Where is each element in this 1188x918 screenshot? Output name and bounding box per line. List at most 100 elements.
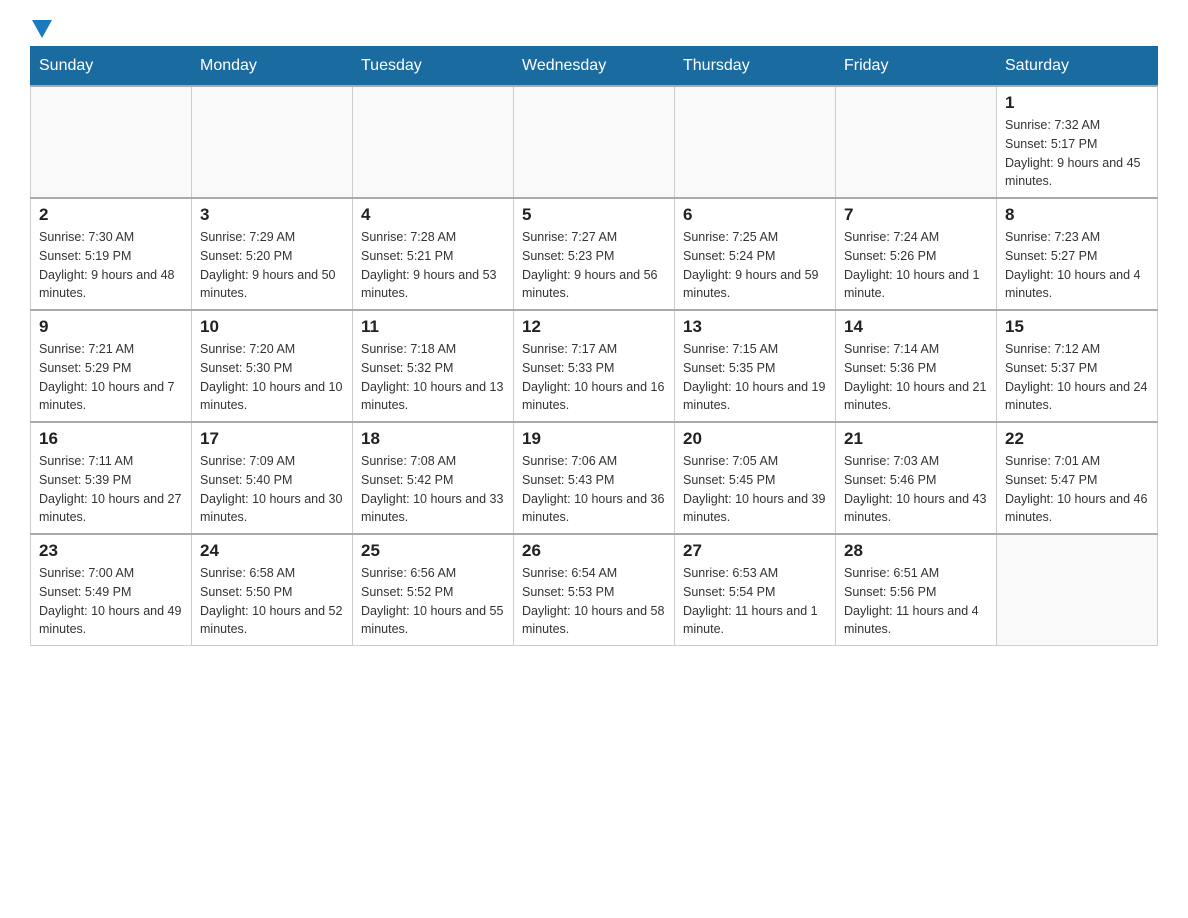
day-info: Sunrise: 7:01 AMSunset: 5:47 PMDaylight:…	[1005, 452, 1149, 527]
day-cell	[675, 86, 836, 198]
day-info: Sunrise: 7:28 AMSunset: 5:21 PMDaylight:…	[361, 228, 505, 303]
day-number: 9	[39, 317, 183, 337]
day-cell: 11Sunrise: 7:18 AMSunset: 5:32 PMDayligh…	[353, 310, 514, 422]
week-row-0: 1 Sunrise: 7:32 AMSunset: 5:17 PMDaylight…	[31, 86, 1158, 198]
day-info: Sunrise: 7:20 AMSunset: 5:30 PMDaylight:…	[200, 340, 344, 415]
day-cell: 7 Sunrise: 7:24 AMSunset: 5:26 PMDaylight…	[836, 198, 997, 310]
day-number: 19	[522, 429, 666, 449]
day-cell: 17Sunrise: 7:09 AMSunset: 5:40 PMDayligh…	[192, 422, 353, 534]
day-info: Sunrise: 7:30 AMSunset: 5:19 PMDaylight:…	[39, 228, 183, 303]
header	[30, 20, 1158, 36]
day-info: Sunrise: 7:11 AMSunset: 5:39 PMDaylight:…	[39, 452, 183, 527]
day-cell: 2 Sunrise: 7:30 AMSunset: 5:19 PMDaylight…	[31, 198, 192, 310]
logo-general-text	[30, 20, 52, 40]
day-info: Sunrise: 7:32 AMSunset: 5:17 PMDaylight:…	[1005, 116, 1149, 191]
day-number: 1	[1005, 93, 1149, 113]
day-cell: 5 Sunrise: 7:27 AMSunset: 5:23 PMDaylight…	[514, 198, 675, 310]
day-cell	[353, 86, 514, 198]
day-number: 23	[39, 541, 183, 561]
day-number: 10	[200, 317, 344, 337]
logo	[30, 20, 52, 36]
day-number: 15	[1005, 317, 1149, 337]
calendar-table: Sunday Monday Tuesday Wednesday Thursday…	[30, 46, 1158, 646]
day-info: Sunrise: 6:54 AMSunset: 5:53 PMDaylight:…	[522, 564, 666, 639]
day-info: Sunrise: 7:00 AMSunset: 5:49 PMDaylight:…	[39, 564, 183, 639]
col-thursday: Thursday	[675, 47, 836, 87]
day-cell: 14 Sunrise: 7:14 AMSunset: 5:36 PMDayligh…	[836, 310, 997, 422]
day-cell: 19 Sunrise: 7:06 AMSunset: 5:43 PMDayligh…	[514, 422, 675, 534]
day-info: Sunrise: 7:12 AMSunset: 5:37 PMDaylight:…	[1005, 340, 1149, 415]
day-info: Sunrise: 7:27 AMSunset: 5:23 PMDaylight:…	[522, 228, 666, 303]
day-number: 5	[522, 205, 666, 225]
day-number: 20	[683, 429, 827, 449]
day-info: Sunrise: 7:14 AMSunset: 5:36 PMDaylight:…	[844, 340, 988, 415]
day-number: 28	[844, 541, 988, 561]
week-row-4: 23 Sunrise: 7:00 AMSunset: 5:49 PMDayligh…	[31, 534, 1158, 646]
day-cell	[192, 86, 353, 198]
day-cell: 6 Sunrise: 7:25 AMSunset: 5:24 PMDaylight…	[675, 198, 836, 310]
col-wednesday: Wednesday	[514, 47, 675, 87]
week-row-2: 9 Sunrise: 7:21 AMSunset: 5:29 PMDaylight…	[31, 310, 1158, 422]
day-info: Sunrise: 7:08 AMSunset: 5:42 PMDaylight:…	[361, 452, 505, 527]
day-cell: 10 Sunrise: 7:20 AMSunset: 5:30 PMDayligh…	[192, 310, 353, 422]
day-info: Sunrise: 7:29 AMSunset: 5:20 PMDaylight:…	[200, 228, 344, 303]
day-cell	[514, 86, 675, 198]
day-number: 6	[683, 205, 827, 225]
day-cell	[997, 534, 1158, 646]
day-info: Sunrise: 7:03 AMSunset: 5:46 PMDaylight:…	[844, 452, 988, 527]
day-number: 21	[844, 429, 988, 449]
day-cell: 23 Sunrise: 7:00 AMSunset: 5:49 PMDayligh…	[31, 534, 192, 646]
day-info: Sunrise: 6:53 AMSunset: 5:54 PMDaylight:…	[683, 564, 827, 639]
day-cell: 8 Sunrise: 7:23 AMSunset: 5:27 PMDaylight…	[997, 198, 1158, 310]
day-info: Sunrise: 7:17 AMSunset: 5:33 PMDaylight:…	[522, 340, 666, 415]
day-cell: 22 Sunrise: 7:01 AMSunset: 5:47 PMDayligh…	[997, 422, 1158, 534]
day-cell	[836, 86, 997, 198]
logo-arrow-icon	[32, 20, 52, 38]
day-cell: 26 Sunrise: 6:54 AMSunset: 5:53 PMDayligh…	[514, 534, 675, 646]
day-cell: 3 Sunrise: 7:29 AMSunset: 5:20 PMDaylight…	[192, 198, 353, 310]
day-number: 26	[522, 541, 666, 561]
day-cell	[31, 86, 192, 198]
day-cell: 27 Sunrise: 6:53 AMSunset: 5:54 PMDayligh…	[675, 534, 836, 646]
day-number: 4	[361, 205, 505, 225]
col-friday: Friday	[836, 47, 997, 87]
day-cell: 16 Sunrise: 7:11 AMSunset: 5:39 PMDayligh…	[31, 422, 192, 534]
day-info: Sunrise: 6:56 AMSunset: 5:52 PMDaylight:…	[361, 564, 505, 639]
day-cell: 25 Sunrise: 6:56 AMSunset: 5:52 PMDayligh…	[353, 534, 514, 646]
day-info: Sunrise: 7:05 AMSunset: 5:45 PMDaylight:…	[683, 452, 827, 527]
day-info: Sunrise: 7:23 AMSunset: 5:27 PMDaylight:…	[1005, 228, 1149, 303]
day-number: 3	[200, 205, 344, 225]
col-tuesday: Tuesday	[353, 47, 514, 87]
week-row-3: 16 Sunrise: 7:11 AMSunset: 5:39 PMDayligh…	[31, 422, 1158, 534]
calendar-header-row: Sunday Monday Tuesday Wednesday Thursday…	[31, 47, 1158, 87]
day-number: 16	[39, 429, 183, 449]
day-number: 12	[522, 317, 666, 337]
day-cell: 18Sunrise: 7:08 AMSunset: 5:42 PMDayligh…	[353, 422, 514, 534]
day-number: 7	[844, 205, 988, 225]
day-number: 2	[39, 205, 183, 225]
day-number: 17	[200, 429, 344, 449]
day-info: Sunrise: 7:24 AMSunset: 5:26 PMDaylight:…	[844, 228, 988, 303]
day-info: Sunrise: 7:25 AMSunset: 5:24 PMDaylight:…	[683, 228, 827, 303]
day-number: 8	[1005, 205, 1149, 225]
day-cell: 12 Sunrise: 7:17 AMSunset: 5:33 PMDayligh…	[514, 310, 675, 422]
col-monday: Monday	[192, 47, 353, 87]
day-cell: 15 Sunrise: 7:12 AMSunset: 5:37 PMDayligh…	[997, 310, 1158, 422]
day-number: 27	[683, 541, 827, 561]
day-info: Sunrise: 7:21 AMSunset: 5:29 PMDaylight:…	[39, 340, 183, 415]
col-saturday: Saturday	[997, 47, 1158, 87]
day-number: 24	[200, 541, 344, 561]
day-number: 13	[683, 317, 827, 337]
day-info: Sunrise: 7:06 AMSunset: 5:43 PMDaylight:…	[522, 452, 666, 527]
day-cell: 24Sunrise: 6:58 AMSunset: 5:50 PMDayligh…	[192, 534, 353, 646]
day-cell: 13 Sunrise: 7:15 AMSunset: 5:35 PMDayligh…	[675, 310, 836, 422]
day-info: Sunrise: 7:18 AMSunset: 5:32 PMDaylight:…	[361, 340, 505, 415]
day-cell: 20 Sunrise: 7:05 AMSunset: 5:45 PMDayligh…	[675, 422, 836, 534]
day-cell: 4 Sunrise: 7:28 AMSunset: 5:21 PMDaylight…	[353, 198, 514, 310]
day-cell: 21 Sunrise: 7:03 AMSunset: 5:46 PMDayligh…	[836, 422, 997, 534]
day-cell: 28Sunrise: 6:51 AMSunset: 5:56 PMDayligh…	[836, 534, 997, 646]
day-number: 14	[844, 317, 988, 337]
day-number: 25	[361, 541, 505, 561]
day-info: Sunrise: 7:15 AMSunset: 5:35 PMDaylight:…	[683, 340, 827, 415]
day-number: 22	[1005, 429, 1149, 449]
